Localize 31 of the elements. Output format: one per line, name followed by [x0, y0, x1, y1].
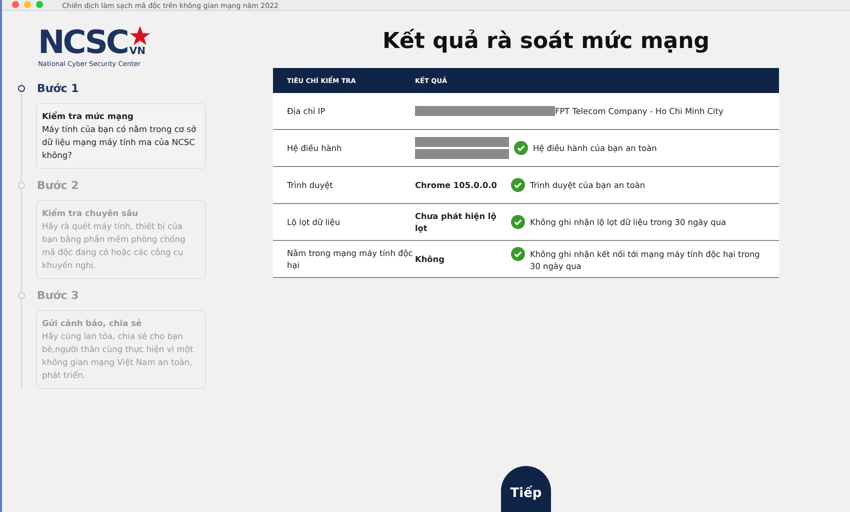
- step-label[interactable]: Bước 3: [37, 289, 79, 302]
- logo-text: NCSC: [38, 27, 128, 57]
- step-card[interactable]: Gửi cảnh báo, chia sẻ Hãy cùng lan tỏa, chia sẻ cho bạn bè,người thân cùng thực hiện vì một không gian mạng Việt Nam an toàn, phát triển.: [36, 310, 206, 389]
- check-circle-icon: [511, 215, 525, 229]
- table-cell-text: Trình duyệt của bạn an toàn: [530, 179, 646, 191]
- close-icon[interactable]: [12, 1, 19, 8]
- table-cell-text: Không ghi nhận kết nối tới mạng máy tính độc hại trong 30 ngày qua: [530, 248, 761, 272]
- star-icon: [129, 25, 152, 47]
- minimize-icon[interactable]: [24, 1, 31, 8]
- check-circle-icon: [511, 246, 525, 260]
- table-cell-text: Nằm trong mạng máy tính độc hại: [286, 247, 414, 271]
- next-button[interactable]: Tiếp: [501, 466, 551, 512]
- table-cell-text: Không ghi nhận lộ lọt dữ liệu trong 30 ngày qua: [530, 216, 726, 228]
- check-circle-icon: [514, 141, 528, 155]
- table-cell-text: Hệ điều hành của bạn an toàn: [533, 142, 657, 154]
- logo-country: VN: [129, 47, 146, 57]
- table-cell-text: Chrome 105.0.0.0: [415, 179, 498, 191]
- table-cell-text: Không: [415, 253, 446, 265]
- check-circle-icon: [511, 178, 525, 192]
- table-cell-text: Chưa phát hiện lộ lọt: [415, 210, 498, 234]
- step-card[interactable]: Kiểm tra mức mạng Máy tính của bạn có nằm trong cơ sở dữ liệu mạng máy tính ma của NCSC không?: [36, 103, 206, 169]
- step-label[interactable]: Bước 1: [37, 82, 79, 95]
- table-cell-text: Trình duyệt: [286, 179, 334, 191]
- page-heading: Kết quả rà soát mức mạng: [382, 29, 710, 54]
- maximize-icon[interactable]: [36, 1, 43, 8]
- table-cell-text: Lộ lọt dữ liệu: [286, 216, 342, 228]
- step-card[interactable]: Kiểm tra chuyên sâu Hãy rà quét máy tính, thiết bị của bạn bằng phần mềm phòng chống mã độc đang có hoặc các công cụ khuyến nghị.: [36, 200, 206, 279]
- table-cell-text: Địa chỉ IP: [286, 105, 326, 117]
- step-label[interactable]: Bước 2: [37, 179, 79, 192]
- table-cell: FPT Telecom Company - Ho Chi Minh City: [555, 105, 724, 117]
- table-cell-text: Hệ điều hành: [286, 142, 343, 154]
